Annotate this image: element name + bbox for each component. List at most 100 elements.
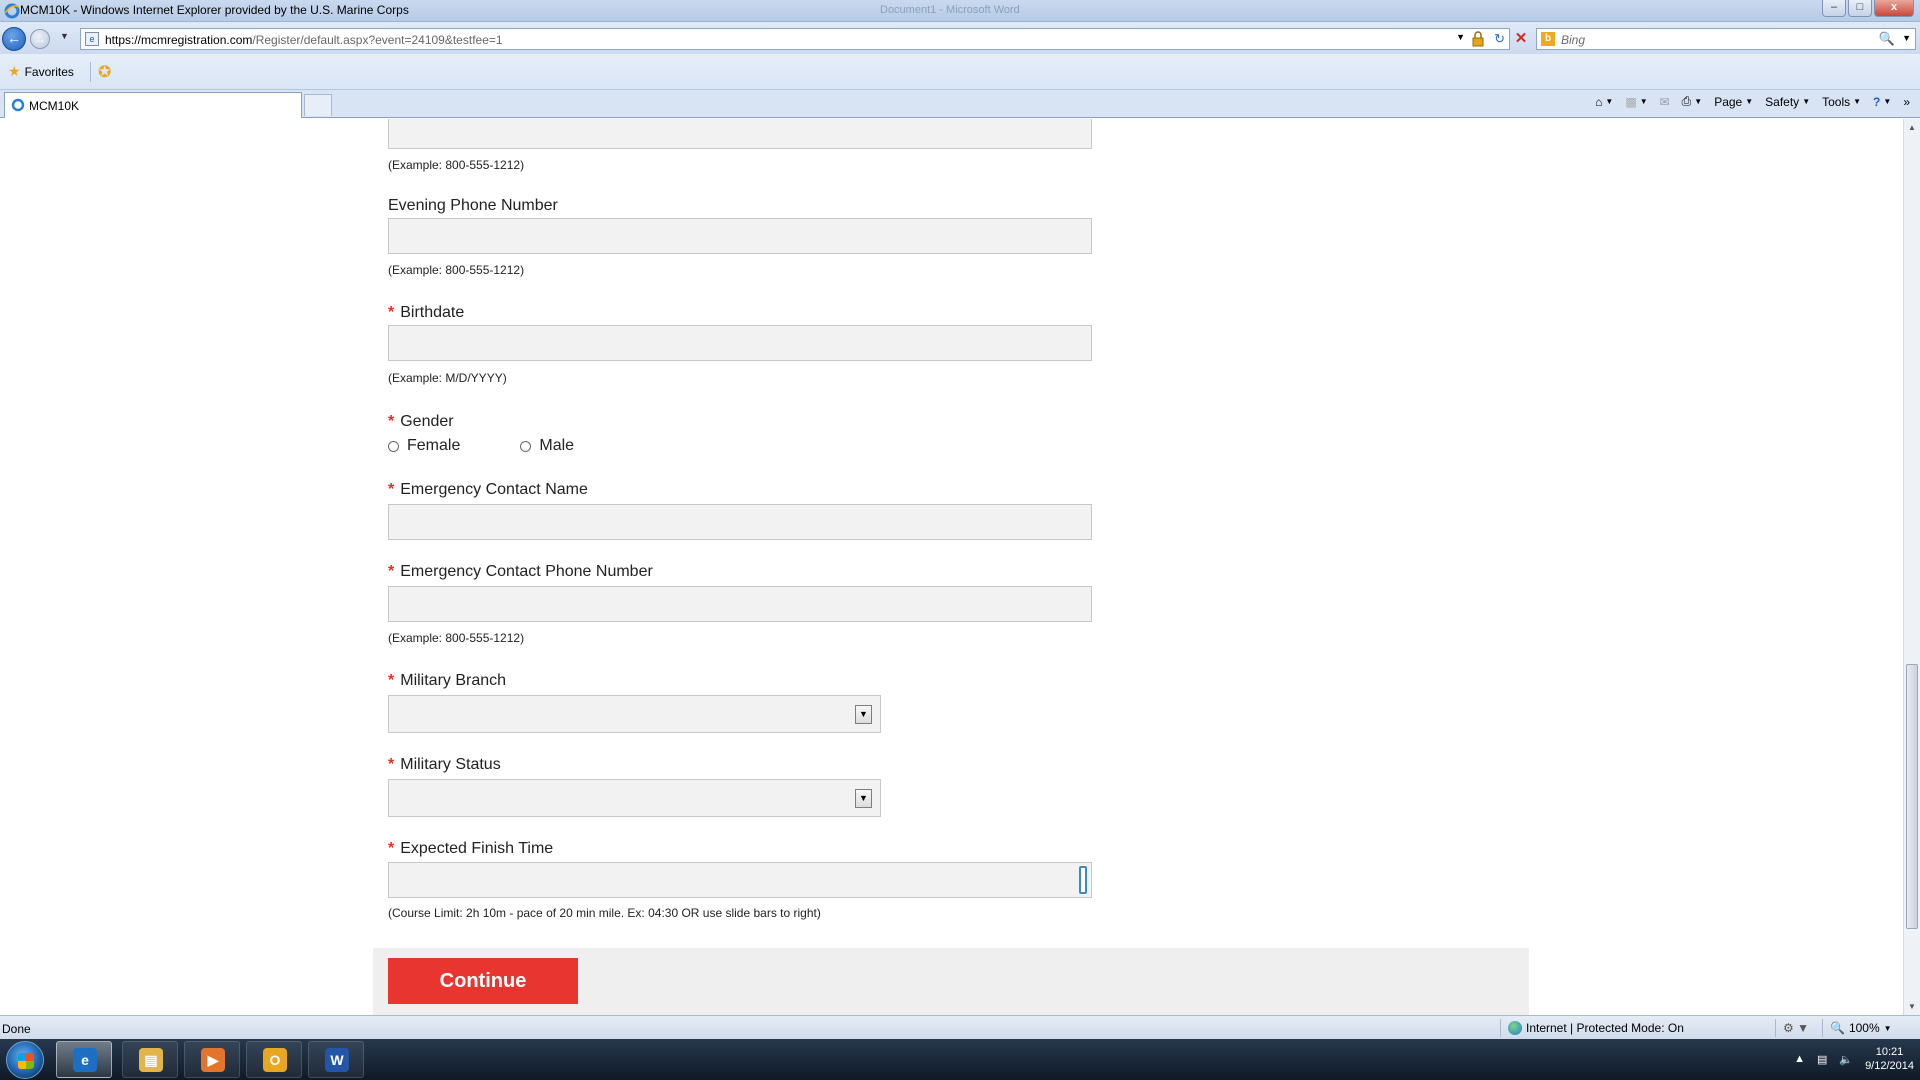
word-icon: W <box>325 1048 349 1072</box>
navigation-bar: ← → ▼ e https://mcmregistration.com/Regi… <box>0 22 1920 54</box>
finish-time-label: * Expected Finish Time <box>388 840 554 857</box>
birthdate-field: * Birthdate (Example: M/D/YYYY) <box>388 304 1092 385</box>
protected-mode-icon[interactable]: ⚙ ▼ <box>1783 1021 1809 1035</box>
tab-mcm10k[interactable]: MCM10K <box>4 92 302 118</box>
address-bar[interactable]: e https://mcmregistration.com/Register/d… <box>80 28 1510 50</box>
internet-explorer-icon: e <box>73 1048 97 1072</box>
male-radio[interactable] <box>520 440 532 452</box>
print-button[interactable]: ⎙ ▼ <box>1682 94 1703 109</box>
taskbar-internet-explorer[interactable]: e <box>56 1041 112 1078</box>
finish-time-field: * Expected Finish Time (Course Limit: 2h … <box>388 840 1092 920</box>
forward-button[interactable]: → <box>30 29 50 49</box>
scrollbar-thumb[interactable] <box>1906 664 1918 929</box>
required-marker: * <box>388 304 395 321</box>
emergency-name-input[interactable] <box>388 504 1092 540</box>
gender-female-option[interactable]: Female <box>388 437 460 455</box>
clock[interactable]: 10:21 9/12/2014 <box>1865 1045 1914 1073</box>
emergency-phone-field: * Emergency Contact Phone Number (Example… <box>388 563 1092 645</box>
birthdate-label: * Birthdate <box>388 304 465 321</box>
birthdate-input[interactable] <box>388 325 1092 361</box>
taskbar-word[interactable]: W <box>308 1041 364 1078</box>
gender-options: Female Male <box>388 437 1088 455</box>
finish-time-slider-handle[interactable] <box>1079 866 1087 894</box>
required-marker: * <box>388 563 395 580</box>
address-dropdown-icon[interactable]: ▼ <box>1456 32 1465 42</box>
tab-page-icon <box>11 98 25 112</box>
volume-icon[interactable]: 🔈 <box>1839 1053 1853 1066</box>
safety-menu[interactable]: Safety ▼ <box>1765 95 1810 109</box>
print-icon: ⎙ <box>1681 94 1692 108</box>
evening-phone-hint: (Example: 800-555-1212) <box>388 263 525 277</box>
bing-icon: b <box>1541 32 1555 46</box>
vertical-scrollbar[interactable]: ▲ ▼ <box>1903 119 1920 1015</box>
internet-explorer-icon <box>4 3 20 19</box>
close-button[interactable]: x <box>1874 0 1914 17</box>
page-icon: e <box>85 32 99 46</box>
clock-date: 9/12/2014 <box>1865 1060 1914 1072</box>
military-status-select[interactable]: ▼ <box>388 779 881 817</box>
military-status-label: * Military Status <box>388 756 501 773</box>
stop-icon[interactable]: ✕ <box>1512 30 1530 48</box>
new-tab-button[interactable] <box>304 94 332 116</box>
gender-male-option[interactable]: Male <box>520 437 574 455</box>
recent-pages-dropdown-icon[interactable]: ▼ <box>60 31 69 41</box>
help-button[interactable]: ? ▼ <box>1873 95 1891 109</box>
scroll-down-icon[interactable]: ▼ <box>1908 1002 1916 1011</box>
female-radio[interactable] <box>388 440 399 452</box>
rss-icon: ▩ <box>1625 94 1637 109</box>
home-button[interactable]: ⌂ ▼ <box>1595 95 1613 109</box>
feeds-button[interactable]: ▩ ▼ <box>1625 95 1647 109</box>
back-button[interactable]: ← <box>2 27 26 51</box>
tab-row: MCM10K ⌂ ▼ ▩ ▼ ✉ ⎙ ▼ Page ▼ Safety ▼ Tools ▼ ?… <box>0 90 1920 118</box>
page-menu[interactable]: Page ▼ <box>1714 95 1753 109</box>
maximize-button[interactable]: □ <box>1848 0 1872 17</box>
globe-icon <box>1508 1021 1522 1035</box>
refresh-icon[interactable]: ↻ <box>1494 31 1505 47</box>
favorites-label: Favorites <box>24 64 74 79</box>
folder-icon: ▤ <box>139 1048 163 1072</box>
status-bar: Done Internet | Protected Mode: On ⚙ ▼ 🔍… <box>0 1015 1920 1039</box>
phone-hint: (Example: 800-555-1212) <box>388 158 525 172</box>
favorites-button[interactable]: ★ Favorites <box>8 63 74 80</box>
url-text[interactable]: https://mcmregistration.com/Register/def… <box>105 33 503 47</box>
zoom-control[interactable]: 🔍 100% ▼ <box>1830 1021 1892 1035</box>
military-branch-select[interactable]: ▼ <box>388 695 881 733</box>
taskbar-outlook[interactable]: O <box>246 1041 302 1078</box>
required-marker: * <box>388 756 395 773</box>
help-icon: ? <box>1873 94 1881 109</box>
emergency-phone-input[interactable] <box>388 586 1092 622</box>
lock-icon[interactable] <box>1471 31 1485 47</box>
start-button[interactable] <box>6 1041 44 1079</box>
search-options-dropdown-icon[interactable]: ▼ <box>1902 33 1911 43</box>
evening-phone-field: Evening Phone Number (Example: 800-555-1… <box>388 197 1092 277</box>
window-title: MCM10K - Windows Internet Explorer provi… <box>20 3 409 17</box>
status-divider <box>1822 1019 1823 1037</box>
tools-menu[interactable]: Tools ▼ <box>1822 95 1861 109</box>
security-zone[interactable]: Internet | Protected Mode: On <box>1508 1021 1684 1035</box>
scroll-up-icon[interactable]: ▲ <box>1908 123 1916 132</box>
taskbar-file-explorer[interactable]: ▤ <box>122 1041 178 1078</box>
search-icon[interactable]: 🔍 <box>1879 31 1895 47</box>
chevron-down-icon[interactable]: ▼ <box>855 789 872 808</box>
zoom-dropdown-icon[interactable]: ▼ <box>1884 1024 1892 1033</box>
show-hidden-icons-icon[interactable]: ▲ <box>1794 1053 1805 1065</box>
evening-phone-input[interactable] <box>388 218 1092 254</box>
search-placeholder[interactable]: Bing <box>1561 33 1585 47</box>
continue-button[interactable]: Continue <box>388 958 578 1004</box>
media-player-icon: ▶ <box>201 1048 225 1072</box>
daytime-phone-input[interactable] <box>388 119 1092 149</box>
military-status-field: * Military Status ▼ <box>388 756 1088 817</box>
finish-time-input[interactable] <box>388 862 1092 898</box>
add-to-favorites-bar-icon[interactable]: ✪ <box>98 62 111 82</box>
zoom-icon: 🔍 <box>1830 1021 1845 1035</box>
search-box[interactable]: b Bing 🔍 ▼ <box>1536 28 1916 50</box>
network-icon[interactable]: ▤ <box>1817 1053 1827 1066</box>
minimize-button[interactable]: – <box>1822 0 1846 17</box>
mail-button[interactable]: ✉ <box>1660 95 1670 109</box>
taskbar-media-player[interactable]: ▶ <box>184 1041 240 1078</box>
gender-label: * Gender <box>388 413 454 430</box>
chevron-down-icon[interactable]: ▼ <box>855 705 872 724</box>
outlook-icon: O <box>263 1048 287 1072</box>
toolbar-overflow-icon[interactable]: » <box>1903 95 1910 109</box>
zoom-level: 100% <box>1848 1021 1880 1035</box>
